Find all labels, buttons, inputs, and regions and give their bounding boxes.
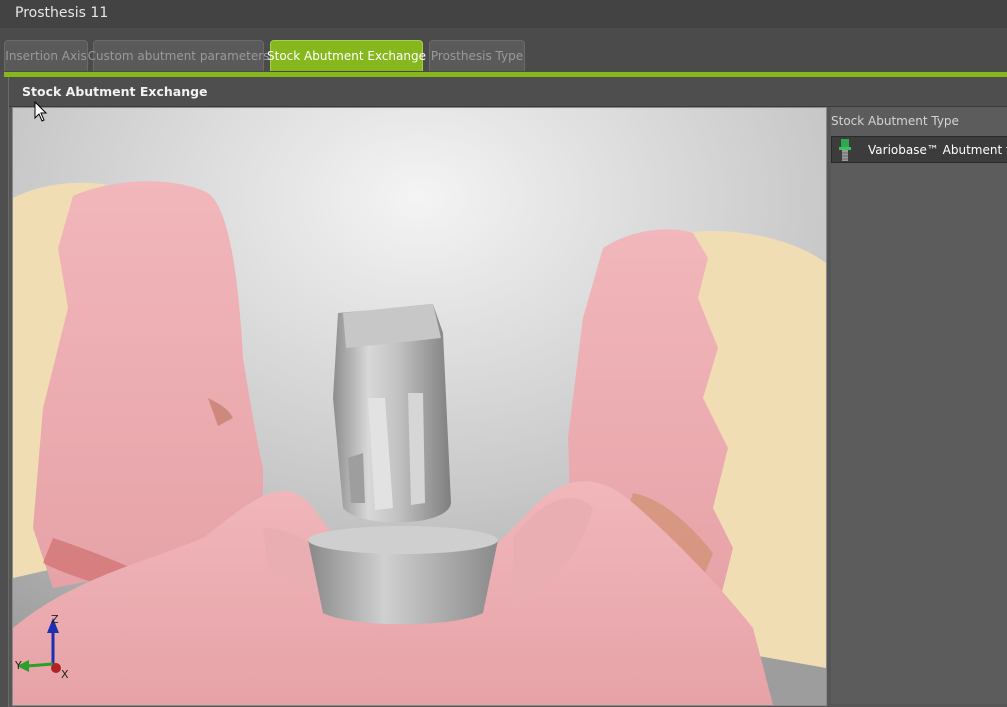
axis-label-y: Y [14,659,22,672]
3d-viewport[interactable]: Z Y X [12,107,827,706]
main-panel: Stock Abutment Exchange Z Y X Stock Abut… [8,77,1007,707]
panel-title: Stock Abutment Exchange [22,84,208,99]
tab-prosthesis-type[interactable]: Prosthesis Type [429,40,525,71]
mouse-cursor-icon [34,101,48,122]
abutment-icon [832,137,858,162]
window-title: Prosthesis 11 [15,5,109,21]
tab-stock-abutment-exchange[interactable]: Stock Abutment Exchange [267,40,426,71]
abutment-item-label: Variobase™ Abutment for [868,142,1007,157]
dental-scene: Z Y X [13,108,826,705]
panel-header: Stock Abutment Exchange [9,77,1007,107]
stock-abutment-sidebar: Stock Abutment Type Variobase™ Abutment … [831,107,1007,704]
abutment-list-item[interactable]: Variobase™ Abutment for [831,136,1007,163]
axis-label-x: X [61,668,69,681]
tab-custom-abutment-parameters[interactable]: Custom abutment parameters [88,40,269,71]
stock-abutment-type-label: Stock Abutment Type [831,114,959,128]
axis-label-z: Z [51,613,59,626]
tab-insertion-axis[interactable]: Insertion Axis [4,40,88,71]
title-bar: Prosthesis 11 [0,0,1007,29]
tab-bar: Insertion Axis Custom abutment parameter… [0,28,1007,72]
